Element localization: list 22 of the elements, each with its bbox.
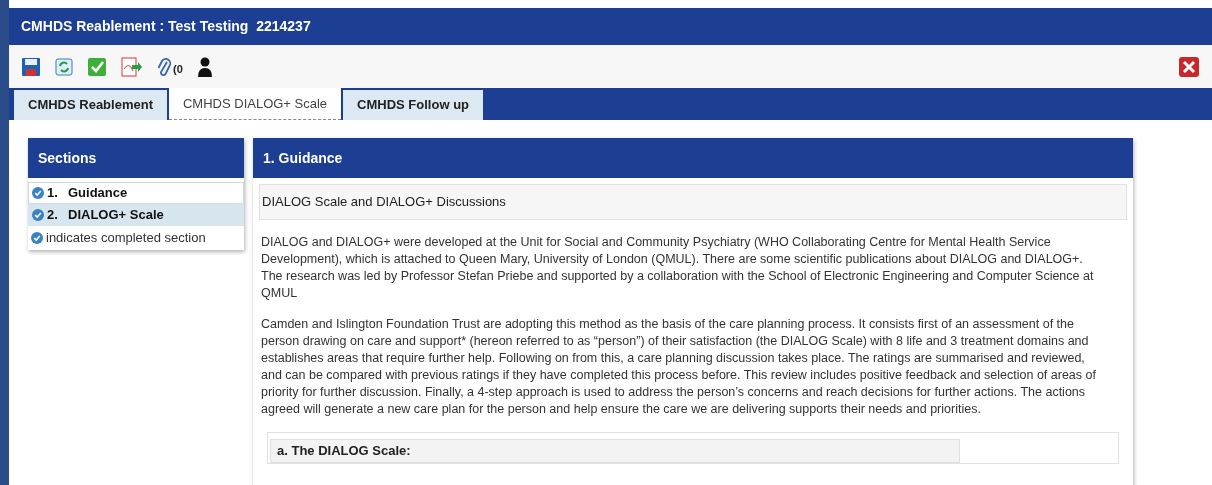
close-icon[interactable] [1178, 55, 1200, 78]
section-title: 1. Guidance [263, 148, 343, 168]
pdf-export-icon[interactable] [121, 56, 143, 77]
tab[interactable]: CMHDS Follow up [343, 90, 484, 120]
subheading: DIALOG Scale and DIALOG+ Discussions [262, 193, 506, 212]
paragraph: DIALOG and DIALOG+ were developed at the Unit for Social and Community Psychiatry (WHO Collaborating Centre for Mental Health Service Development), which is attached to Queen Mary, University of London (QMUL). There are some scientific publications about DIALOG and DIALOG+. The research was led by Professor Stefan Priebe and supported by a collaboration with the School of Electronic Engineering and Computer Science at QMUL [260, 234, 1095, 302]
attachment-count: (0 [173, 62, 183, 77]
tab[interactable]: CMHDS DIALOG+ Scale [168, 88, 342, 120]
paragraph: Camden and Islington Foundation Trust are adopting this method as the basis of the care planning process. It consists first of an assessment of the person drawing on care and support* (hereon referred to as “person”) of their satisfaction (the DIALOG Scale) with 8 life and 3 treatment domains and establishes areas that require further help. Following on from this, a care planning discussion takes place. The ratings are summarised and reviewed, and can be compared with previous ratings if they have completed this process before. This review includes positive feedback and selection of areas of priority for further discussion. Finally, a 4-step approach is used to address the person’s concerns and reach decisions for further actions. The actions agreed will generate a new care plan for the person and help ensure the care we are delivering supports their needs and priorities. [260, 316, 1097, 418]
save-icon[interactable] [21, 56, 41, 77]
paperclip-icon[interactable] [157, 55, 171, 78]
check-icon [31, 232, 43, 244]
refresh-icon[interactable] [55, 57, 73, 76]
section-item[interactable]: 2. DIALOG+ Scale [28, 204, 244, 226]
section-item[interactable]: 1. Guidance [28, 182, 244, 204]
subsection-title: a. The DIALOG Scale: [277, 442, 411, 461]
panel-title: Sections [38, 148, 97, 168]
tab[interactable]: CMHDS Reablement [14, 90, 167, 120]
checkmark-icon[interactable] [87, 56, 107, 77]
legend-text: indicates completed section [46, 229, 206, 248]
person-icon[interactable] [196, 56, 213, 77]
window-title: CMHDS Reablement : Test Testing 2214237 [21, 17, 311, 36]
